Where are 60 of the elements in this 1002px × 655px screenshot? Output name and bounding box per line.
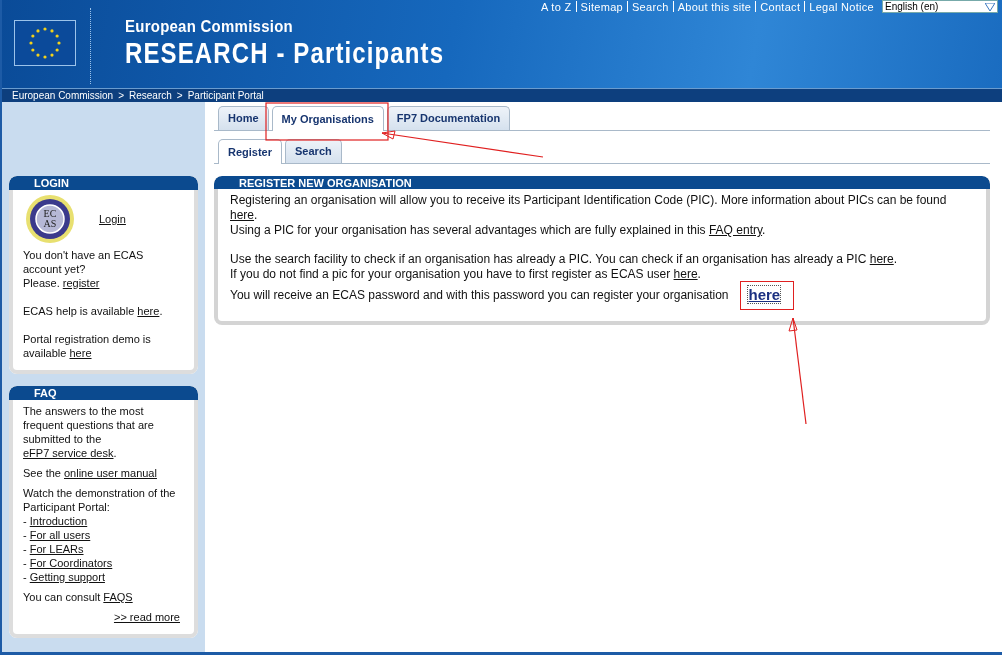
- login-link[interactable]: Login: [99, 212, 126, 226]
- paragraph: - Getting support: [23, 570, 105, 584]
- breadcrumb-link[interactable]: Research: [129, 90, 172, 101]
- paragraph: You will receive an ECAS password and with this password you can register your organisation: [230, 288, 729, 303]
- paragraph: ECAS help is available here.: [23, 304, 163, 318]
- paragraph: Registering an organisation will allow you to receive its Participant Identification Code (PIC). More information about PICs can be found here.: [230, 193, 948, 223]
- top-link[interactable]: About this site: [677, 0, 752, 13]
- panel-title: REGISTER NEW ORGANISATION: [214, 176, 990, 189]
- seal-logo: EC AS: [25, 194, 75, 244]
- tab[interactable]: Search: [285, 139, 342, 163]
- breadcrumb-link[interactable]: Participant Portal: [187, 90, 264, 101]
- box-title: FAQ: [9, 386, 198, 400]
- link[interactable]: FAQS: [103, 591, 133, 603]
- paragraph: See the online user manual: [23, 466, 157, 480]
- language-select[interactable]: English (en): [882, 0, 998, 13]
- tab[interactable]: My Organisations: [271, 106, 384, 131]
- link[interactable]: eFP7 service: [23, 447, 91, 459]
- paragraph: - Introduction: [23, 514, 88, 528]
- tab[interactable]: Register: [218, 139, 283, 164]
- link[interactable]: desk: [90, 447, 114, 459]
- breadcrumb-separator: >: [176, 90, 183, 101]
- link[interactable]: here: [673, 267, 698, 281]
- link[interactable]: Introduction: [29, 515, 88, 527]
- top-link[interactable]: A to Z: [541, 0, 572, 13]
- top-link[interactable]: Legal Notice: [809, 0, 874, 13]
- link[interactable]: For all users: [29, 529, 91, 541]
- top-link[interactable]: Search: [632, 0, 669, 13]
- paragraph: You don't have an ECAS account yet?: [23, 248, 145, 276]
- top-link[interactable]: Contact: [760, 0, 801, 13]
- tab[interactable]: Home: [218, 106, 269, 130]
- tab[interactable]: FP7 Documentation: [386, 106, 511, 130]
- flag-logo: [14, 20, 76, 66]
- site-subtitle: European Commission: [125, 17, 294, 37]
- link[interactable]: here: [869, 252, 894, 266]
- top-link[interactable]: Sitemap: [580, 0, 623, 13]
- link[interactable]: here: [230, 208, 255, 222]
- breadcrumb-separator: >: [118, 90, 124, 101]
- link[interactable]: For Coordinators: [29, 557, 113, 569]
- paragraph: Portal registration demo is available here: [23, 332, 152, 360]
- breadcrumb-link[interactable]: European Commission: [12, 90, 114, 101]
- paragraph: If you do not find a pic for your organisation you have to first register as ECAS user here.: [230, 267, 701, 282]
- read-more-link[interactable]: >> read more: [113, 611, 180, 623]
- link[interactable]: register: [62, 277, 100, 289]
- link[interactable]: Getting support: [29, 571, 105, 583]
- link[interactable]: here: [69, 347, 92, 359]
- paragraph: Please. register: [23, 276, 100, 290]
- paragraph: The answers to the most frequent questions that are submitted to the eFP7 service desk.: [23, 404, 155, 460]
- dropdown-icon: [985, 2, 995, 11]
- paragraph: - For all users: [23, 528, 91, 542]
- paragraph: Using a PIC for your organisation has several advantages which are fully explained in this FAQ entry.: [230, 223, 766, 238]
- paragraph: Watch the demonstration of the Participant Portal:: [23, 486, 177, 514]
- paragraph: You can consult FAQS: [23, 590, 133, 604]
- paragraph: - For Coordinators: [23, 556, 113, 570]
- link[interactable]: online user manual: [64, 467, 157, 479]
- paragraph: - For LEARs: [23, 542, 84, 556]
- link[interactable]: For LEARs: [29, 543, 84, 555]
- site-title: RESEARCH - Participants: [125, 37, 445, 69]
- box-title: LOGIN: [9, 176, 198, 190]
- paragraph: Use the search facility to check if an organisation has already a PIC. You can check if an organisation has already a PIC here.: [230, 252, 898, 267]
- link[interactable]: here: [747, 285, 782, 304]
